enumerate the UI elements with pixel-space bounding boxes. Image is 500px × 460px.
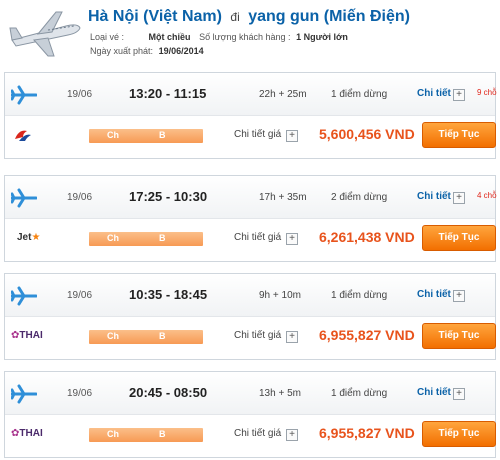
fare-class-bar[interactable]: Ch B	[89, 129, 203, 143]
malaysia-airlines-logo	[15, 130, 31, 141]
jetstar-logo-text: Jet	[17, 232, 32, 243]
passengers-label: Số lượng khách hàng :	[199, 32, 291, 42]
flight-detail-link[interactable]: Chi tiết	[417, 387, 451, 398]
flight-detail-link[interactable]: Chi tiết	[417, 88, 451, 99]
flight-date: 19/06	[67, 388, 93, 399]
flight-times: 17:25 - 10:30	[129, 189, 208, 204]
flight-price: 6,955,827 VND	[319, 327, 415, 343]
flight-date: 19/06	[67, 290, 93, 301]
fare-class-bar[interactable]: Ch B	[89, 232, 203, 246]
airplane-icon	[11, 286, 37, 306]
flight-price: 6,261,438 VND	[319, 229, 415, 245]
price-detail-link[interactable]: Chi tiết giá	[234, 428, 281, 439]
flight-summary-row: 19/06 20:45 - 08:50 13h + 5m 1 điểm dừng…	[5, 372, 495, 415]
flight-detail-link[interactable]: Chi tiết	[417, 289, 451, 300]
fare-class-1: Ch	[107, 429, 119, 439]
flight-result-card: 19/06 20:45 - 08:50 13h + 5m 1 điểm dừng…	[4, 371, 496, 458]
price-detail-link[interactable]: Chi tiết giá	[234, 232, 281, 243]
price-detail-link[interactable]: Chi tiết giá	[234, 129, 281, 140]
flight-detail-link[interactable]: Chi tiết	[417, 191, 451, 202]
origin-city: Hà Nội (Việt Nam)	[88, 8, 222, 25]
flight-times: 10:35 - 18:45	[129, 287, 208, 302]
flight-stops: 2 điểm dừng	[331, 192, 388, 203]
expand-detail-button[interactable]: +	[453, 89, 465, 101]
seats-left: 4 chỗ	[477, 191, 497, 200]
flight-times: 20:45 - 08:50	[129, 385, 208, 400]
continue-button[interactable]: Tiếp Tục	[422, 122, 496, 148]
flight-summary-row: 19/06 13:20 - 11:15 22h + 25m 1 điểm dừn…	[5, 73, 497, 116]
price-detail-link[interactable]: Chi tiết giá	[234, 330, 281, 341]
thai-logo-text: THAI	[19, 330, 43, 341]
ticket-info-row: Loại vé : Một chiều Số lượng khách hàng …	[90, 32, 348, 42]
continue-button[interactable]: Tiếp Tục	[422, 421, 496, 447]
fare-class-1: Ch	[107, 331, 119, 341]
fare-class-2: B	[159, 233, 166, 243]
fare-class-2: B	[159, 429, 166, 439]
thai-airways-logo: ✿THAI	[11, 424, 55, 444]
star-icon: ★	[31, 232, 41, 243]
fare-class-2: B	[159, 130, 166, 140]
jet-airplane-icon	[9, 11, 81, 57]
departure-value: 19/06/2014	[158, 46, 204, 56]
jetstar-logo: Jet★	[11, 228, 55, 248]
flight-summary-row: 19/06 17:25 - 10:30 17h + 35m 2 điểm dừn…	[5, 176, 497, 219]
fare-class-bar[interactable]: Ch B	[89, 330, 203, 344]
departure-label: Ngày xuất phát:	[90, 46, 154, 56]
fare-class-1: Ch	[107, 233, 119, 243]
flight-result-card: 19/06 13:20 - 11:15 22h + 25m 1 điểm dừn…	[4, 72, 497, 159]
continue-button[interactable]: Tiếp Tục	[422, 225, 496, 251]
flight-price: 6,955,827 VND	[319, 425, 415, 441]
flight-price: 5,600,456 VND	[319, 126, 415, 142]
flight-date: 19/06	[67, 89, 93, 100]
flight-duration: 13h + 5m	[259, 388, 301, 399]
route-connector: đi	[230, 10, 240, 24]
expand-detail-button[interactable]: +	[453, 290, 465, 302]
expand-price-button[interactable]: +	[286, 233, 298, 245]
flight-stops: 1 điểm dừng	[331, 290, 388, 301]
ticket-type-value: Một chiều	[148, 32, 191, 42]
flight-summary-row: 19/06 10:35 - 18:45 9h + 10m 1 điểm dừng…	[5, 274, 495, 317]
departure-info-row: Ngày xuất phát: 19/06/2014	[90, 46, 204, 56]
expand-detail-button[interactable]: +	[453, 388, 465, 400]
flight-stops: 1 điểm dừng	[331, 89, 388, 100]
passengers-value: 1 Người lớn	[296, 32, 348, 42]
thai-logo-text: THAI	[19, 428, 43, 439]
flight-times: 13:20 - 11:15	[129, 86, 207, 101]
search-summary-header: Hà Nội (Việt Nam) đi yang gun (Miến Điện…	[0, 0, 500, 64]
flight-duration: 22h + 25m	[259, 89, 307, 100]
expand-detail-button[interactable]: +	[453, 192, 465, 204]
ticket-type-label: Loại vé :	[90, 32, 125, 42]
expand-price-button[interactable]: +	[286, 429, 298, 441]
fare-class-bar[interactable]: Ch B	[89, 428, 203, 442]
continue-button[interactable]: Tiếp Tục	[422, 323, 496, 349]
flight-duration: 9h + 10m	[259, 290, 301, 301]
route-title: Hà Nội (Việt Nam) đi yang gun (Miến Điện…	[88, 8, 410, 26]
seats-left: 9 chỗ	[477, 88, 497, 97]
thai-airways-logo: ✿THAI	[11, 326, 55, 346]
flight-stops: 1 điểm dừng	[331, 388, 388, 399]
fare-class-2: B	[159, 331, 166, 341]
flight-duration: 17h + 35m	[259, 192, 307, 203]
flight-result-card: 19/06 10:35 - 18:45 9h + 10m 1 điểm dừng…	[4, 273, 496, 360]
flight-result-card: 19/06 17:25 - 10:30 17h + 35m 2 điểm dừn…	[4, 175, 497, 262]
airplane-icon	[11, 384, 37, 404]
fare-class-1: Ch	[107, 130, 119, 140]
airplane-icon	[11, 85, 37, 105]
destination-city: yang gun (Miến Điện)	[248, 8, 410, 25]
expand-price-button[interactable]: +	[286, 331, 298, 343]
airplane-icon	[11, 188, 37, 208]
expand-price-button[interactable]: +	[286, 130, 298, 142]
flight-date: 19/06	[67, 192, 93, 203]
